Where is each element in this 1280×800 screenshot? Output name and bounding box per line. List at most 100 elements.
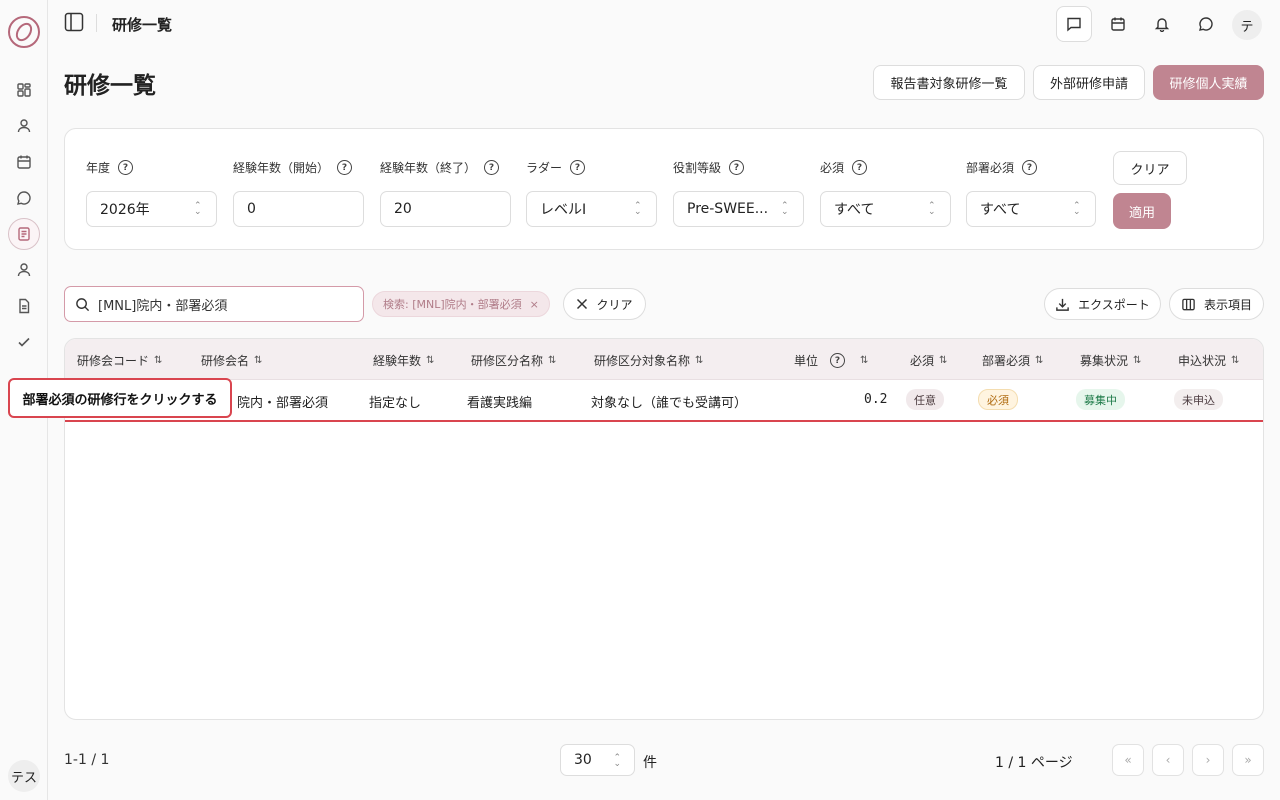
training-table: 研修会コード ⇅ 研修会名 ⇅ 経験年数 ⇅ 研修区分名称 ⇅ 研修区分対象名称 ⇅ 単位…: [64, 338, 1264, 720]
table-row[interactable]: 院内・部署必須 指定なし 看護実践編 対象なし（誰でも受講可） 0.2 任意 必…: [65, 380, 1263, 422]
col-experience[interactable]: 経験年数 ⇅: [373, 352, 434, 369]
training-list-icon[interactable]: [8, 218, 40, 250]
cell-name: 院内・部署必須: [237, 396, 329, 411]
app-logo-icon[interactable]: [8, 16, 40, 48]
personal-record-button[interactable]: 研修個人実績: [1153, 65, 1264, 100]
document-icon[interactable]: [12, 294, 36, 318]
search-clear-button[interactable]: クリア: [563, 288, 646, 320]
columns-icon: [1182, 298, 1195, 310]
help-icon[interactable]: ?: [570, 160, 586, 175]
year-select[interactable]: 2026年 ⌃ ⌄: [86, 191, 217, 227]
col-recruit[interactable]: 募集状況 ⇅: [1080, 352, 1141, 369]
sort-icon[interactable]: ⇅: [1133, 355, 1141, 366]
breadcrumb: 研修一覧: [112, 16, 173, 34]
dashboard-icon[interactable]: [12, 78, 36, 102]
instruction-tooltip: 部署必須の研修行をクリックする: [8, 378, 232, 418]
dept-required-select[interactable]: すべて ⌃ ⌄: [966, 191, 1096, 227]
notification-button[interactable]: [1144, 6, 1180, 42]
filter-label-exp-start: 経験年数（開始）?: [233, 159, 353, 176]
filter-label-role: 役割等級?: [673, 159, 745, 176]
page-size-select[interactable]: 30 ⌃ ⌄: [560, 744, 635, 776]
required-badge: 任意: [906, 389, 944, 410]
user-avatar[interactable]: テス: [8, 760, 40, 792]
col-apply[interactable]: 申込状況 ⇅: [1178, 352, 1239, 369]
calendar-icon: [1111, 17, 1125, 31]
close-icon: [577, 298, 588, 310]
search-input[interactable]: [MNL]院内・部署必須: [64, 286, 364, 322]
apply-status-badge: 未申込: [1174, 389, 1223, 410]
chevron-updown-icon: ⌃ ⌄: [634, 201, 642, 217]
prev-page-button[interactable]: ‹: [1152, 744, 1184, 776]
sort-icon[interactable]: ⇅: [254, 355, 262, 366]
help-icon[interactable]: ?: [830, 353, 846, 368]
columns-button[interactable]: 表示項目: [1169, 288, 1264, 320]
first-page-button[interactable]: «: [1112, 744, 1144, 776]
next-page-button[interactable]: ›: [1192, 744, 1224, 776]
export-button[interactable]: エクスポート: [1044, 288, 1161, 320]
col-name[interactable]: 研修会名 ⇅: [201, 352, 262, 369]
active-search-chip: 検索: [MNL]院内・部署必須 ×: [372, 291, 550, 317]
exp-start-input[interactable]: 0: [233, 191, 364, 227]
person-icon[interactable]: [12, 258, 36, 282]
message-button[interactable]: [1188, 6, 1224, 42]
filter-label-year: 年度?: [86, 159, 134, 176]
sort-icon[interactable]: ⇅: [695, 355, 703, 366]
table-header: 研修会コード ⇅ 研修会名 ⇅ 経験年数 ⇅ 研修区分名称 ⇅ 研修区分対象名称 ⇅ 単位…: [65, 339, 1263, 380]
help-icon[interactable]: ?: [852, 160, 868, 175]
filter-panel: 年度? 2026年 ⌃ ⌄ 経験年数（開始）? 0 経験年数（終了）? 20 ラダー…: [64, 128, 1264, 250]
user-avatar[interactable]: テ: [1232, 10, 1262, 40]
cell-target: 対象なし（誰でも受講可）: [591, 396, 748, 411]
sort-icon[interactable]: ⇅: [426, 355, 434, 366]
chevron-updown-icon: ⌃ ⌄: [928, 201, 936, 217]
filter-clear-button[interactable]: クリア: [1113, 151, 1187, 185]
message-icon[interactable]: [12, 186, 36, 210]
required-select[interactable]: すべて ⌃ ⌄: [820, 191, 951, 227]
help-icon[interactable]: ?: [729, 160, 745, 175]
message-icon: [1199, 17, 1213, 31]
bell-icon: [1154, 18, 1170, 32]
role-select[interactable]: Pre-SWEE... ⌃ ⌄: [673, 191, 804, 227]
sort-icon[interactable]: ⇅: [1035, 355, 1043, 366]
filter-label-exp-end: 経験年数（終了）?: [380, 159, 500, 176]
sort-icon[interactable]: ⇅: [860, 355, 868, 366]
help-icon[interactable]: ?: [1022, 160, 1038, 175]
sort-icon[interactable]: ⇅: [154, 355, 162, 366]
help-icon[interactable]: ?: [337, 160, 353, 175]
ladder-select[interactable]: レベルI ⌃ ⌄: [526, 191, 657, 227]
check-icon[interactable]: [12, 330, 36, 354]
download-icon: [1056, 298, 1069, 311]
chevron-updown-icon: ⌃ ⌄: [781, 201, 789, 217]
page-size-unit: 件: [643, 755, 657, 771]
sort-icon[interactable]: ⇅: [548, 355, 556, 366]
chevron-updown-icon: ⌃ ⌄: [194, 201, 202, 217]
help-icon[interactable]: ?: [484, 160, 500, 175]
chevron-updown-icon: ⌃ ⌄: [613, 753, 621, 769]
sort-icon[interactable]: ⇅: [939, 355, 947, 366]
col-unit[interactable]: 単位? ⇅: [794, 352, 868, 369]
exp-end-input[interactable]: 20: [380, 191, 511, 227]
dept-required-badge: 必須: [978, 389, 1018, 410]
cell-experience: 指定なし: [369, 396, 422, 411]
calendar-icon[interactable]: [12, 150, 36, 174]
help-icon[interactable]: ?: [118, 160, 134, 175]
cell-category: 看護実践編: [467, 396, 533, 411]
col-code[interactable]: 研修会コード ⇅: [77, 352, 162, 369]
last-page-button[interactable]: »: [1232, 744, 1264, 776]
filter-apply-button[interactable]: 適用: [1113, 193, 1171, 229]
external-training-request-button[interactable]: 外部研修申請: [1033, 65, 1145, 100]
report-training-list-button[interactable]: 報告書対象研修一覧: [873, 65, 1025, 100]
col-category[interactable]: 研修区分名称 ⇅: [471, 352, 556, 369]
result-count: 1-1 / 1: [64, 752, 110, 768]
filter-label-dept-required: 部署必須?: [966, 159, 1038, 176]
user-icon[interactable]: [12, 114, 36, 138]
sidebar-toggle-icon[interactable]: [64, 12, 84, 32]
chip-close-icon[interactable]: ×: [530, 298, 539, 311]
filter-label-ladder: ラダー?: [526, 159, 586, 176]
sort-icon[interactable]: ⇅: [1231, 355, 1239, 366]
cell-unit: 0.2: [864, 392, 888, 407]
col-target[interactable]: 研修区分対象名称 ⇅: [594, 352, 703, 369]
chat-button[interactable]: [1056, 6, 1092, 42]
col-required[interactable]: 必須 ⇅: [910, 352, 947, 369]
calendar-button[interactable]: [1100, 6, 1136, 42]
col-dept-required[interactable]: 部署必須 ⇅: [982, 352, 1043, 369]
